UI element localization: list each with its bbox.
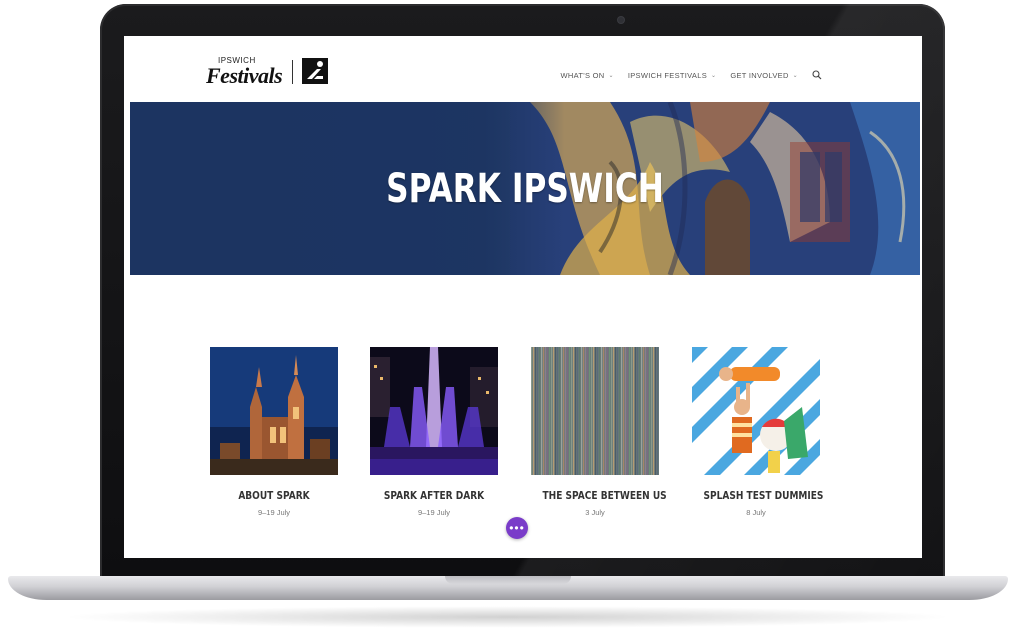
browser-viewport: IPSWICH Festivals WHAT'S ON ⌄ IPSWICH FE… (124, 36, 922, 558)
main-nav: WHAT'S ON ⌄ IPSWICH FESTIVALS ⌄ GET INVO… (561, 68, 822, 82)
striped-artwork-image[interactable] (531, 347, 659, 475)
card-about-spark: ABOUT SPARK 9–19 July (210, 347, 338, 517)
webcam (618, 17, 624, 23)
cathedral-night-image[interactable] (210, 347, 338, 475)
card-spark-after-dark: SPARK AFTER DARK 9–19 July (370, 347, 498, 517)
card-date: 3 July (585, 508, 605, 517)
chevron-down-icon: ⌄ (792, 72, 798, 79)
card-title[interactable]: SPARK AFTER DARK (382, 489, 487, 502)
logo-divider (292, 60, 293, 84)
nav-get-involved-label: GET INVOLVED (730, 70, 789, 80)
search-icon[interactable] (812, 70, 822, 80)
card-date: 9–19 July (417, 508, 451, 517)
nav-ipswich-festivals-label: IPSWICH FESTIVALS (627, 70, 707, 80)
chevron-down-icon: ⌄ (608, 72, 614, 79)
chevron-down-icon: ⌄ (711, 72, 717, 79)
card-date: 8 July (746, 508, 766, 517)
nav-whats-on-label: WHAT'S ON (560, 70, 605, 80)
card-the-space-between-us: THE SPACE BETWEEN US 3 July (531, 347, 667, 517)
nav-get-involved[interactable]: GET INVOLVED ⌄ (730, 71, 798, 80)
more-options-button[interactable]: ••• (506, 517, 528, 539)
site-header: IPSWICH Festivals WHAT'S ON ⌄ IPSWICH FE… (124, 36, 922, 102)
card-title[interactable]: SPLASH TEST DUMMIES (704, 489, 824, 502)
card-splash-test-dummies: SPLASH TEST DUMMIES 8 July (692, 347, 824, 517)
laptop-shadow (60, 606, 955, 628)
fountain-lights-image[interactable] (370, 347, 498, 475)
card-date: 9–19 July (257, 508, 291, 517)
hero-banner: SPARK IPSWICH (130, 102, 920, 275)
ipswich-i-logo-icon (302, 58, 328, 84)
page-title: SPARK IPSWICH (386, 165, 664, 212)
card-title[interactable]: ABOUT SPARK (222, 489, 327, 502)
splash-performers-image[interactable] (692, 347, 820, 475)
card-title[interactable]: THE SPACE BETWEEN US (543, 489, 667, 502)
site-logo[interactable]: IPSWICH Festivals (206, 56, 336, 90)
nav-whats-on[interactable]: WHAT'S ON ⌄ (561, 71, 614, 80)
nav-ipswich-festivals[interactable]: IPSWICH FESTIVALS ⌄ (628, 71, 716, 80)
laptop-notch (445, 576, 571, 584)
logo-wordmark-script: Festivals (206, 63, 283, 88)
